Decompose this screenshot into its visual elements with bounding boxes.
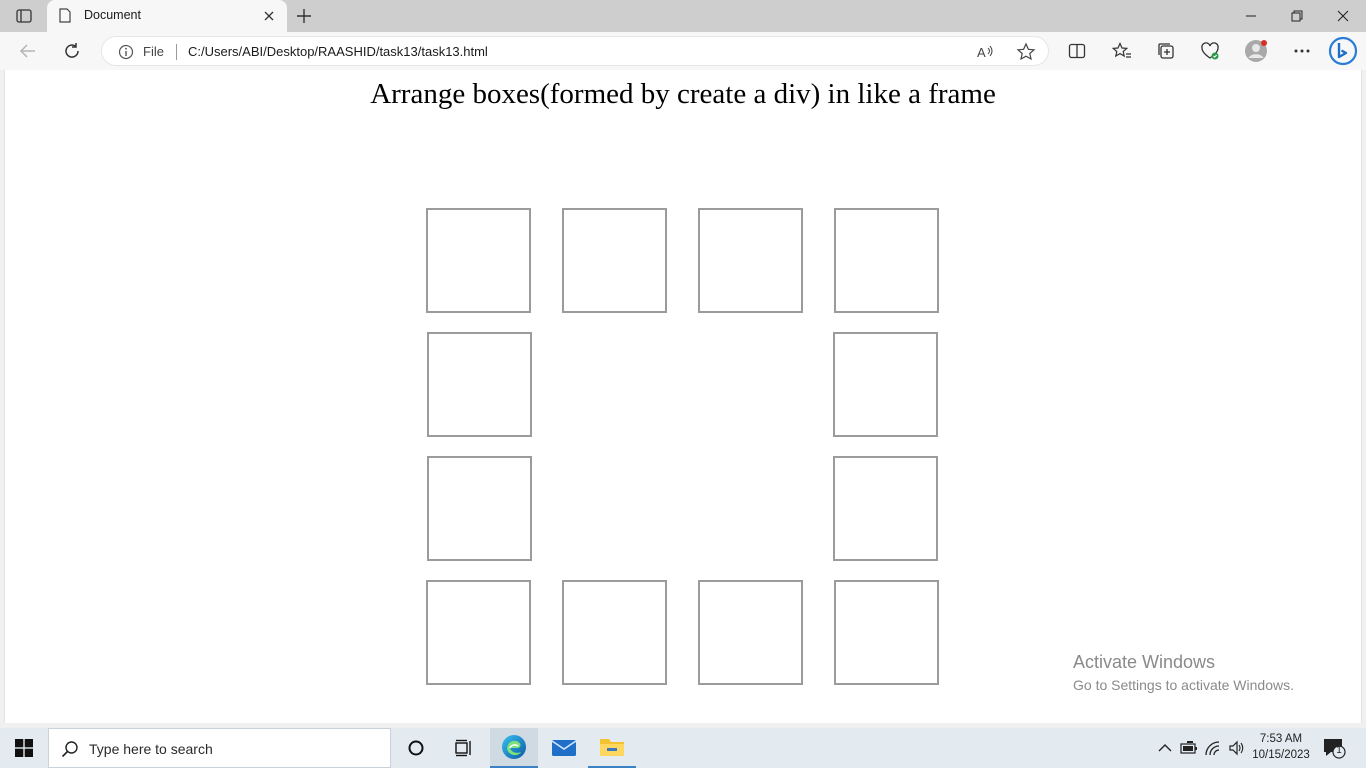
address-separator bbox=[176, 44, 177, 60]
frame-box bbox=[833, 332, 938, 437]
close-tab-icon[interactable] bbox=[262, 9, 276, 23]
address-scheme: File bbox=[143, 44, 164, 59]
frame-box bbox=[562, 208, 667, 313]
search-placeholder: Type here to search bbox=[89, 741, 213, 757]
collections-icon[interactable] bbox=[1155, 40, 1177, 62]
search-icon bbox=[61, 741, 78, 758]
browser-tab-bar: Document bbox=[0, 0, 1366, 32]
frame-box bbox=[426, 580, 531, 685]
read-aloud-icon[interactable]: A bbox=[976, 43, 996, 61]
file-explorer-taskbar-button[interactable] bbox=[588, 728, 636, 768]
frame-box bbox=[562, 580, 667, 685]
activate-windows-title: Activate Windows bbox=[1073, 652, 1216, 672]
favorites-icon[interactable] bbox=[1111, 40, 1133, 62]
frame-box bbox=[698, 580, 803, 685]
mail-icon bbox=[551, 740, 577, 756]
battery-icon[interactable] bbox=[1179, 738, 1199, 758]
cortana-button[interactable] bbox=[392, 728, 440, 768]
frame-box bbox=[698, 208, 803, 313]
network-icon[interactable] bbox=[1203, 738, 1223, 758]
task-view-button[interactable] bbox=[440, 728, 488, 768]
browser-essentials-icon[interactable] bbox=[1199, 40, 1221, 62]
address-bar[interactable]: File C:/Users/ABI/Desktop/RAASHID/task13… bbox=[101, 36, 1049, 66]
start-button[interactable] bbox=[0, 728, 48, 768]
file-explorer-icon bbox=[600, 739, 624, 756]
clock-time: 7:53 AM bbox=[1259, 733, 1303, 745]
back-icon[interactable] bbox=[17, 40, 39, 62]
taskbar: Type here to search 7:53 AM 10/15/2023 1 bbox=[0, 728, 1366, 768]
viewport-border-right bbox=[1362, 70, 1366, 723]
refresh-icon[interactable] bbox=[61, 40, 83, 62]
frame-box bbox=[834, 208, 939, 313]
split-screen-icon[interactable] bbox=[1066, 40, 1088, 62]
new-tab-icon[interactable] bbox=[294, 7, 314, 25]
edge-icon bbox=[502, 735, 526, 759]
show-hidden-icons-chevron-icon[interactable] bbox=[1155, 738, 1175, 758]
info-icon[interactable] bbox=[118, 44, 134, 60]
notification-count-badge: 1 bbox=[1336, 745, 1342, 756]
cortana-icon bbox=[408, 740, 424, 756]
taskbar-search-box[interactable]: Type here to search bbox=[48, 728, 391, 768]
edge-taskbar-button[interactable] bbox=[490, 728, 538, 768]
minimize-button[interactable] bbox=[1228, 0, 1274, 32]
activate-windows-watermark: Activate Windows Go to Settings to activ… bbox=[1073, 652, 1294, 693]
restore-button[interactable] bbox=[1274, 0, 1320, 32]
more-menu-icon[interactable] bbox=[1291, 40, 1313, 62]
mail-taskbar-button[interactable] bbox=[540, 728, 588, 768]
windows-logo-icon bbox=[15, 739, 33, 757]
volume-icon[interactable] bbox=[1227, 738, 1247, 758]
tab-actions-icon[interactable] bbox=[10, 6, 38, 26]
bing-chat-icon[interactable] bbox=[1327, 36, 1359, 66]
page-heading: Arrange boxes(formed by create a div) in… bbox=[370, 78, 996, 110]
profile-avatar-icon[interactable] bbox=[1243, 38, 1269, 64]
frame-box bbox=[427, 332, 532, 437]
favorite-star-icon[interactable] bbox=[1016, 42, 1036, 62]
activate-windows-subtitle: Go to Settings to activate Windows. bbox=[1073, 677, 1294, 693]
close-window-button[interactable] bbox=[1320, 0, 1366, 32]
page-icon bbox=[59, 8, 71, 23]
notification-center-icon[interactable]: 1 bbox=[1322, 737, 1346, 759]
frame-box bbox=[426, 208, 531, 313]
tab-document[interactable]: Document bbox=[47, 0, 287, 32]
clock-date: 10/15/2023 bbox=[1252, 749, 1310, 761]
taskbar-clock[interactable]: 7:53 AM 10/15/2023 bbox=[1248, 731, 1314, 763]
task-view-icon bbox=[455, 739, 471, 757]
address-url[interactable]: C:/Users/ABI/Desktop/RAASHID/task13/task… bbox=[188, 44, 488, 59]
frame-box bbox=[834, 580, 939, 685]
frame-box bbox=[427, 456, 532, 561]
page-viewport bbox=[4, 70, 1362, 723]
svg-text:A: A bbox=[977, 45, 986, 60]
frame-box bbox=[833, 456, 938, 561]
tab-title: Document bbox=[84, 8, 141, 22]
